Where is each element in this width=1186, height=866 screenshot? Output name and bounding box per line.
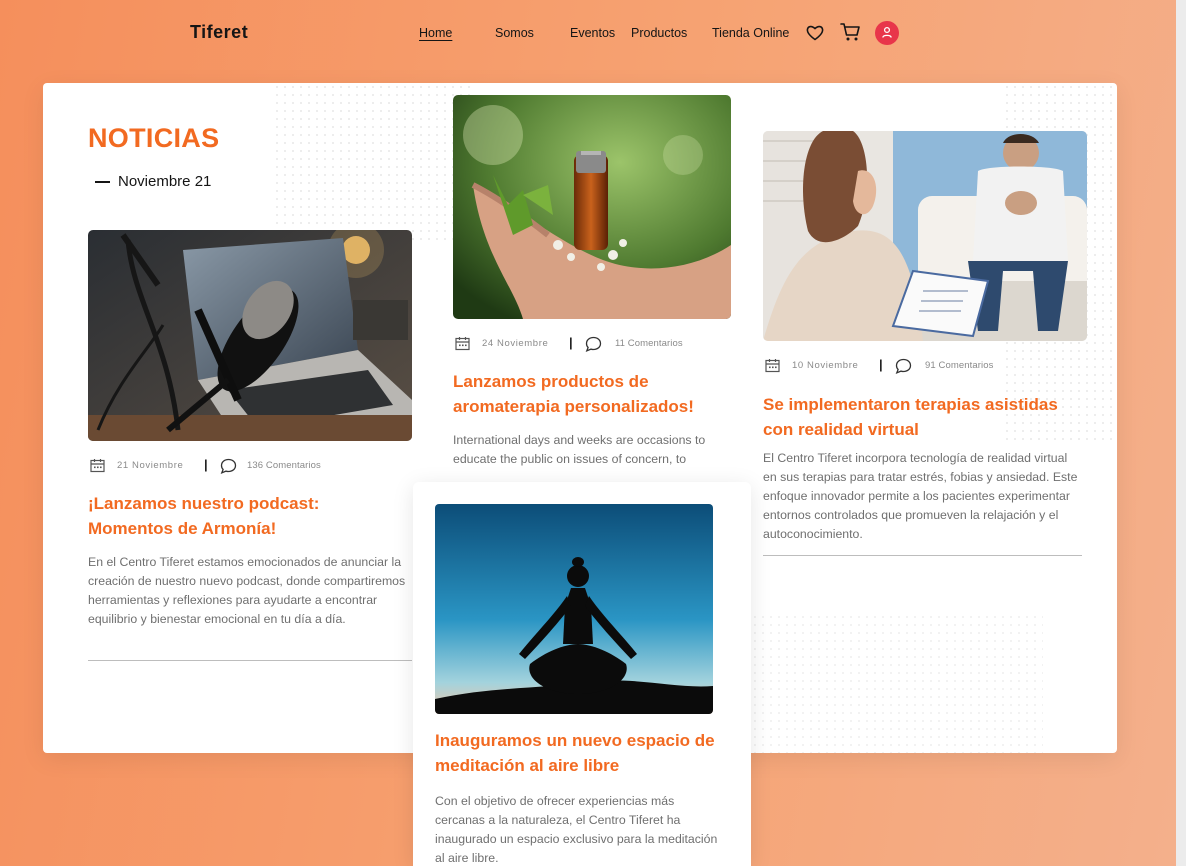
article-date: 21 Noviembre	[117, 460, 184, 471]
terapia-image[interactable]	[763, 131, 1087, 341]
article-title[interactable]: Se implementaron terapias asistidas con …	[763, 392, 1087, 442]
dot-pattern	[273, 83, 473, 243]
cart-icon[interactable]	[840, 22, 861, 47]
article-meta: 21 Noviembre | 136 Comentarios	[88, 457, 408, 475]
meta-separator: |	[204, 457, 209, 472]
article-meta: 10 Noviembre | 91 Comentarios	[763, 357, 1083, 375]
comment-icon[interactable]	[585, 336, 602, 355]
article-comments[interactable]: 11 Comentarios	[615, 338, 683, 349]
calendar-icon	[90, 458, 105, 476]
window-scrollbar[interactable]	[1176, 0, 1186, 866]
aromaterapia-image[interactable]	[453, 95, 731, 319]
page-title: NOTICIAS	[88, 123, 220, 153]
page-subtitle: Noviembre 21	[118, 173, 212, 190]
nav-eventos[interactable]: Eventos	[570, 26, 615, 40]
article-excerpt: International days and weeks are occasio…	[453, 433, 706, 466]
heart-icon[interactable]	[806, 24, 824, 46]
site-logo[interactable]: Tiferet	[190, 22, 248, 43]
nav-somos[interactable]: Somos	[495, 26, 534, 40]
article-meta: 24 Noviembre | 11 Comentarios	[453, 335, 773, 353]
article-title[interactable]: Inauguramos un nuevo espacio de meditaci…	[435, 728, 735, 778]
calendar-icon	[455, 336, 470, 354]
nav-tienda-online[interactable]: Tienda Online	[712, 26, 789, 40]
article-excerpt: El Centro Tiferet incorpora tecnología d…	[763, 451, 1078, 541]
article-excerpt: Con el objetivo de ofrecer experiencias …	[435, 794, 718, 865]
divider	[88, 660, 412, 661]
nav-productos[interactable]: Productos	[631, 26, 687, 40]
comment-icon[interactable]	[895, 358, 912, 377]
meta-separator: |	[569, 335, 574, 350]
dot-pattern	[743, 613, 1043, 753]
article-title[interactable]: Lanzamos productos de aromaterapia perso…	[453, 369, 731, 419]
article-comments[interactable]: 91 Comentarios	[925, 360, 993, 371]
article-comments[interactable]: 136 Comentarios	[247, 460, 321, 471]
article-date: 24 Noviembre	[482, 338, 549, 349]
meditacion-image[interactable]	[435, 504, 713, 714]
calendar-icon	[765, 358, 780, 376]
article-date: 10 Noviembre	[792, 360, 859, 371]
user-icon[interactable]	[875, 21, 899, 45]
subtitle-dash	[95, 181, 110, 183]
featured-article-card: Inauguramos un nuevo espacio de meditaci…	[413, 482, 751, 866]
meta-separator: |	[879, 357, 884, 372]
site-header: Tiferet Home Somos Eventos Productos Tie…	[0, 0, 1176, 66]
nav-home[interactable]: Home	[419, 26, 452, 40]
divider	[763, 555, 1082, 556]
article-title[interactable]: ¡Lanzamos nuestro podcast: Momentos de A…	[88, 491, 388, 541]
podcast-image[interactable]	[88, 230, 412, 441]
comment-icon[interactable]	[220, 458, 237, 477]
article-excerpt: En el Centro Tiferet estamos emocionados…	[88, 555, 406, 626]
